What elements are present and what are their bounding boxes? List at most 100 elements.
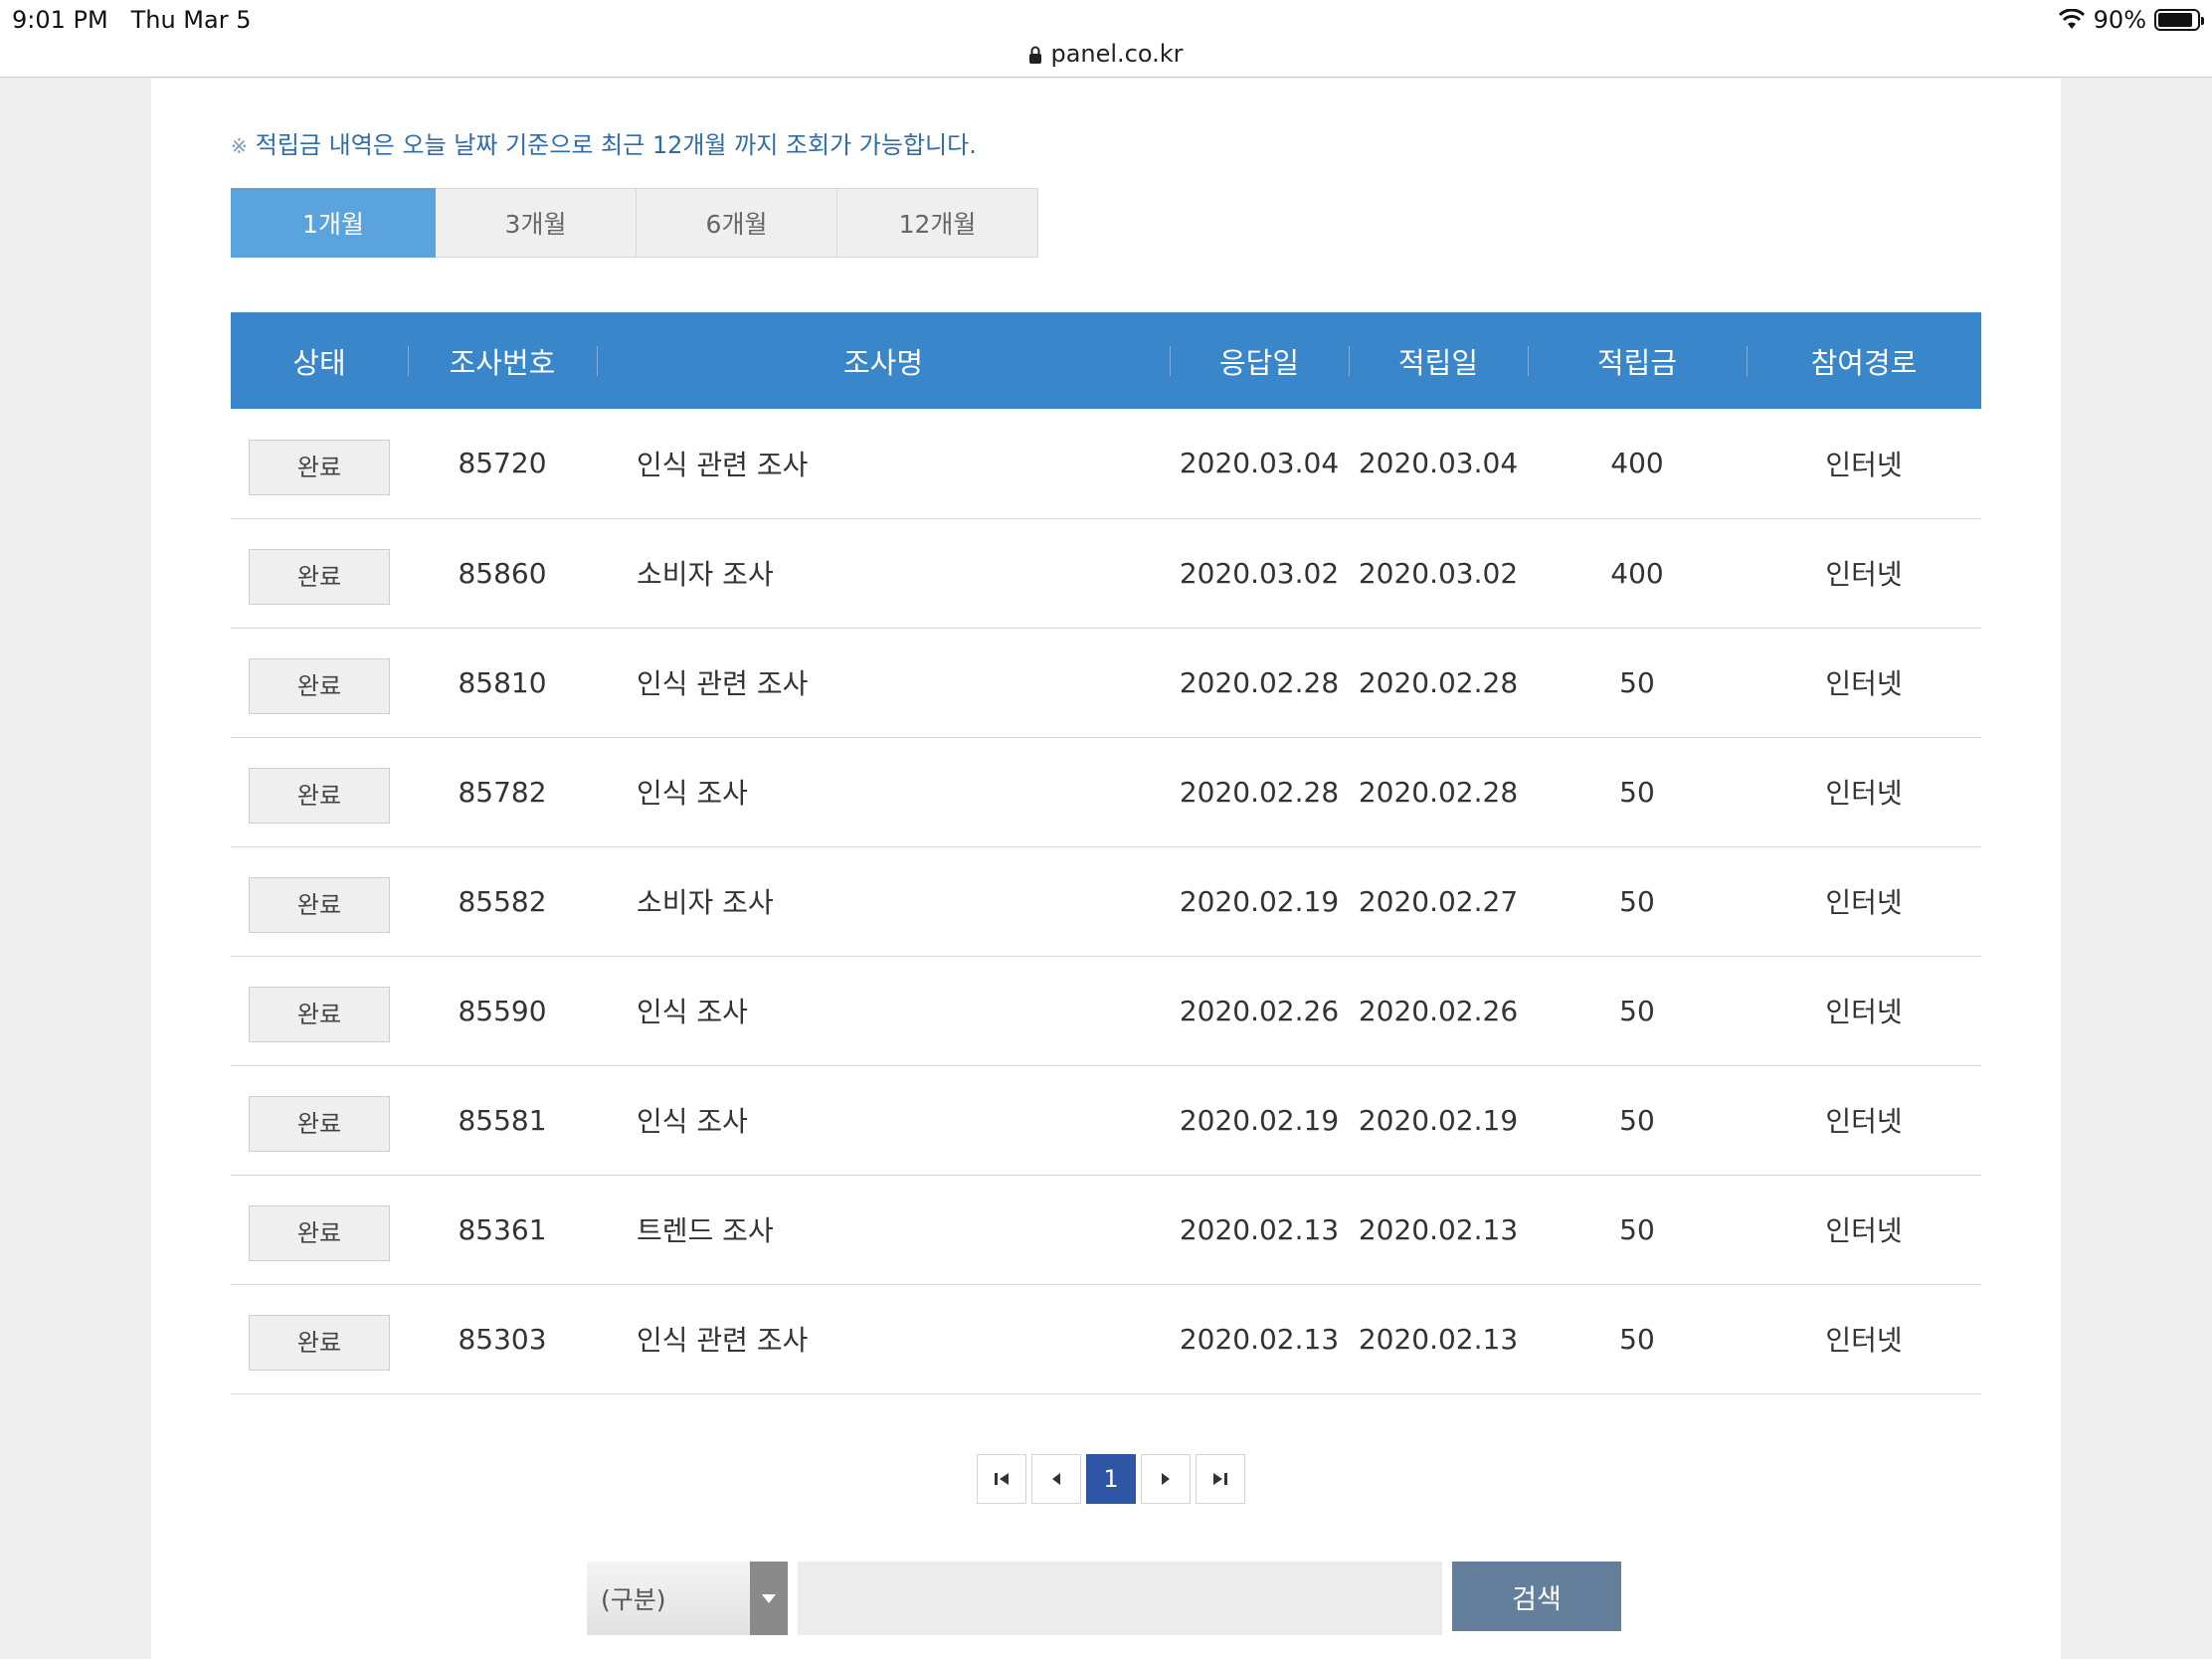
- last-page-icon: [1213, 1473, 1227, 1485]
- route-cell: 인터넷: [1747, 737, 1981, 847]
- url-host: panel.co.kr: [1050, 40, 1184, 68]
- next-page-icon: [1162, 1473, 1170, 1485]
- survey-name-cell: 인식 조사: [597, 737, 1170, 847]
- pagination: 1: [977, 1454, 1245, 1504]
- survey-number-cell: 85582: [408, 846, 597, 957]
- response-date-cell: 2020.02.28: [1170, 628, 1349, 738]
- first-page-icon: [995, 1473, 1009, 1485]
- last-page-button[interactable]: [1196, 1454, 1245, 1504]
- survey-number-cell: 85361: [408, 1175, 597, 1285]
- status-cell: 완료: [231, 1065, 408, 1176]
- first-page-button[interactable]: [977, 1454, 1026, 1504]
- tab-1-month[interactable]: 1개월: [231, 188, 436, 258]
- status-date-text: Thu Mar 5: [130, 6, 252, 34]
- route-cell: 인터넷: [1747, 628, 1981, 738]
- dropdown-arrow-icon[interactable]: [750, 1562, 788, 1635]
- reward-amount-cell: 400: [1528, 518, 1747, 629]
- header-survey-number: 조사번호: [408, 312, 597, 409]
- search-button[interactable]: 검색: [1452, 1562, 1621, 1631]
- status-badge: 완료: [249, 1096, 390, 1152]
- reward-amount-cell: 50: [1528, 1065, 1747, 1176]
- period-tabs: 1개월 3개월 6개월 12개월: [231, 188, 1038, 258]
- survey-number-cell: 85303: [408, 1284, 597, 1394]
- reward-amount-cell: 50: [1528, 737, 1747, 847]
- prev-page-button[interactable]: [1031, 1454, 1081, 1504]
- reward-amount-cell: 50: [1528, 628, 1747, 738]
- header-status: 상태: [231, 312, 408, 409]
- reward-amount-cell: 50: [1528, 846, 1747, 957]
- status-cell: 완료: [231, 737, 408, 847]
- table-row: 완료 85810 인식 관련 조사 2020.02.28 2020.02.28 …: [231, 628, 1981, 738]
- reward-date-cell: 2020.03.04: [1349, 409, 1528, 519]
- response-date-cell: 2020.02.13: [1170, 1284, 1349, 1394]
- reward-date-cell: 2020.02.13: [1349, 1175, 1528, 1285]
- reward-date-cell: 2020.03.02: [1349, 518, 1528, 629]
- table-header-row: 상태 조사번호 조사명 응답일 적립일 적립금 참여경로: [231, 312, 1981, 409]
- page-number-current[interactable]: 1: [1086, 1454, 1136, 1504]
- header-survey-name: 조사명: [597, 312, 1170, 409]
- status-badge: 완료: [249, 658, 390, 714]
- tab-12-months[interactable]: 12개월: [837, 188, 1038, 258]
- response-date-cell: 2020.02.26: [1170, 956, 1349, 1066]
- table-row: 완료 85303 인식 관련 조사 2020.02.13 2020.02.13 …: [231, 1284, 1981, 1394]
- tab-3-months[interactable]: 3개월: [436, 188, 637, 258]
- survey-name-cell: 트렌드 조사: [597, 1175, 1170, 1285]
- response-date-cell: 2020.03.02: [1170, 518, 1349, 629]
- search-category-select[interactable]: (구분): [587, 1562, 788, 1635]
- header-response-date: 응답일: [1170, 312, 1349, 409]
- status-time: 9:01 PM Thu Mar 5: [12, 6, 251, 34]
- survey-name-cell: 인식 조사: [597, 1065, 1170, 1176]
- status-badge: 완료: [249, 1205, 390, 1261]
- route-cell: 인터넷: [1747, 1175, 1981, 1285]
- status-time-text: 9:01 PM: [12, 6, 108, 34]
- header-reward-amount: 적립금: [1528, 312, 1747, 409]
- reward-date-cell: 2020.02.28: [1349, 737, 1528, 847]
- route-cell: 인터넷: [1747, 956, 1981, 1066]
- survey-name-cell: 소비자 조사: [597, 518, 1170, 629]
- route-cell: 인터넷: [1747, 1284, 1981, 1394]
- survey-number-cell: 85810: [408, 628, 597, 738]
- reward-amount-cell: 50: [1528, 1284, 1747, 1394]
- route-cell: 인터넷: [1747, 409, 1981, 519]
- tab-6-months[interactable]: 6개월: [637, 188, 837, 258]
- status-badge: 완료: [249, 1315, 390, 1371]
- table-row: 완료 85860 소비자 조사 2020.03.02 2020.03.02 40…: [231, 518, 1981, 629]
- reward-date-cell: 2020.02.19: [1349, 1065, 1528, 1176]
- survey-number-cell: 85860: [408, 518, 597, 629]
- survey-number-cell: 85590: [408, 956, 597, 1066]
- table-row: 완료 85581 인식 조사 2020.02.19 2020.02.19 50 …: [231, 1065, 1981, 1176]
- table-row: 완료 85582 소비자 조사 2020.02.19 2020.02.27 50…: [231, 846, 1981, 957]
- reward-history-table: 상태 조사번호 조사명 응답일 적립일 적립금 참여경로 완료 85720 인식…: [231, 312, 1981, 1394]
- table-row: 완료 85361 트렌드 조사 2020.02.13 2020.02.13 50…: [231, 1175, 1981, 1285]
- response-date-cell: 2020.03.04: [1170, 409, 1349, 519]
- status-indicators: 90%: [2058, 6, 2204, 34]
- status-badge: 완료: [249, 877, 390, 933]
- response-date-cell: 2020.02.19: [1170, 846, 1349, 957]
- status-cell: 완료: [231, 409, 408, 519]
- status-cell: 완료: [231, 1284, 408, 1394]
- reward-date-cell: 2020.02.26: [1349, 956, 1528, 1066]
- table-row: 완료 85590 인식 조사 2020.02.26 2020.02.26 50 …: [231, 956, 1981, 1066]
- status-cell: 완료: [231, 518, 408, 629]
- status-cell: 완료: [231, 628, 408, 738]
- status-cell: 완료: [231, 956, 408, 1066]
- survey-number-cell: 85581: [408, 1065, 597, 1176]
- survey-name-cell: 소비자 조사: [597, 846, 1170, 957]
- header-participation-route: 참여경로: [1747, 312, 1981, 409]
- notice-message: 적립금 내역은 오늘 날짜 기준으로 최근 12개월 까지 조회가 가능합니다.: [255, 131, 977, 159]
- status-badge: 완료: [249, 768, 390, 824]
- survey-name-cell: 인식 관련 조사: [597, 409, 1170, 519]
- next-page-button[interactable]: [1141, 1454, 1191, 1504]
- reward-amount-cell: 50: [1528, 956, 1747, 1066]
- lock-icon: [1029, 46, 1042, 64]
- url-bar[interactable]: panel.co.kr: [0, 40, 2212, 68]
- status-cell: 완료: [231, 846, 408, 957]
- header-reward-date: 적립일: [1349, 312, 1528, 409]
- response-date-cell: 2020.02.28: [1170, 737, 1349, 847]
- status-badge: 완료: [249, 987, 390, 1042]
- survey-name-cell: 인식 관련 조사: [597, 628, 1170, 738]
- search-input[interactable]: [798, 1562, 1442, 1635]
- battery-percent: 90%: [2093, 6, 2146, 34]
- status-cell: 완료: [231, 1175, 408, 1285]
- wifi-icon: [2058, 9, 2085, 29]
